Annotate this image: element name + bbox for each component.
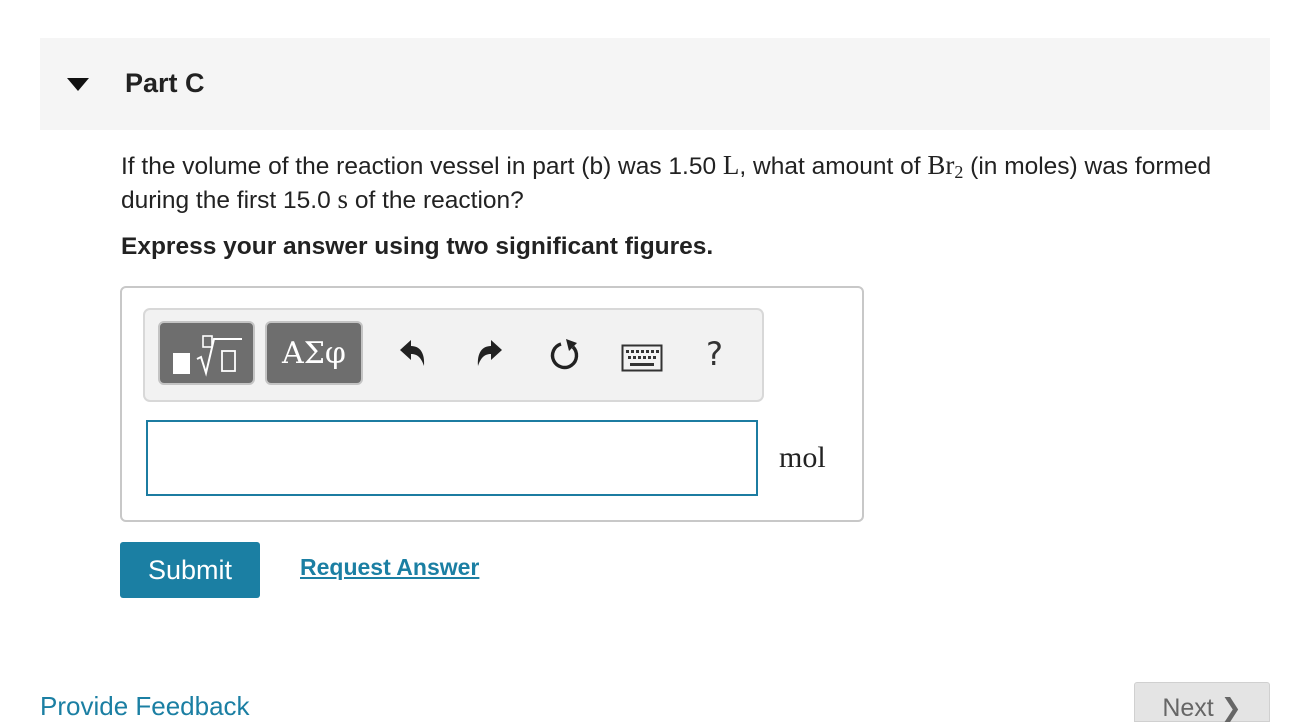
keyboard-icon[interactable] [621, 344, 663, 372]
unit-second: s [337, 184, 349, 214]
unit-label: mol [779, 441, 826, 474]
question-text: If the volume of the reaction vessel in … [121, 150, 1212, 214]
templates-button[interactable] [158, 321, 255, 385]
help-button[interactable]: ? [706, 335, 723, 373]
symbols-button[interactable]: ΑΣφ [265, 321, 363, 385]
instruction-text: Express your answer using two significan… [121, 233, 714, 260]
triangle-down-icon[interactable] [67, 78, 89, 91]
symbols-label: ΑΣφ [282, 335, 346, 371]
part-title: Part C [125, 68, 205, 98]
undo-icon[interactable] [396, 336, 430, 370]
templates-icon [173, 335, 242, 377]
chemical-formula: Br2 [927, 150, 964, 182]
reset-icon[interactable] [546, 336, 584, 374]
unit-liter: L [722, 150, 740, 180]
part-header [40, 38, 1270, 130]
submit-button[interactable]: Submit [120, 542, 260, 598]
request-answer-link[interactable]: Request Answer [300, 554, 479, 581]
answer-input[interactable] [146, 420, 758, 496]
provide-feedback-link[interactable]: Provide Feedback [40, 691, 250, 722]
redo-icon[interactable] [472, 336, 506, 370]
next-button[interactable]: Next ❯ [1134, 682, 1270, 722]
